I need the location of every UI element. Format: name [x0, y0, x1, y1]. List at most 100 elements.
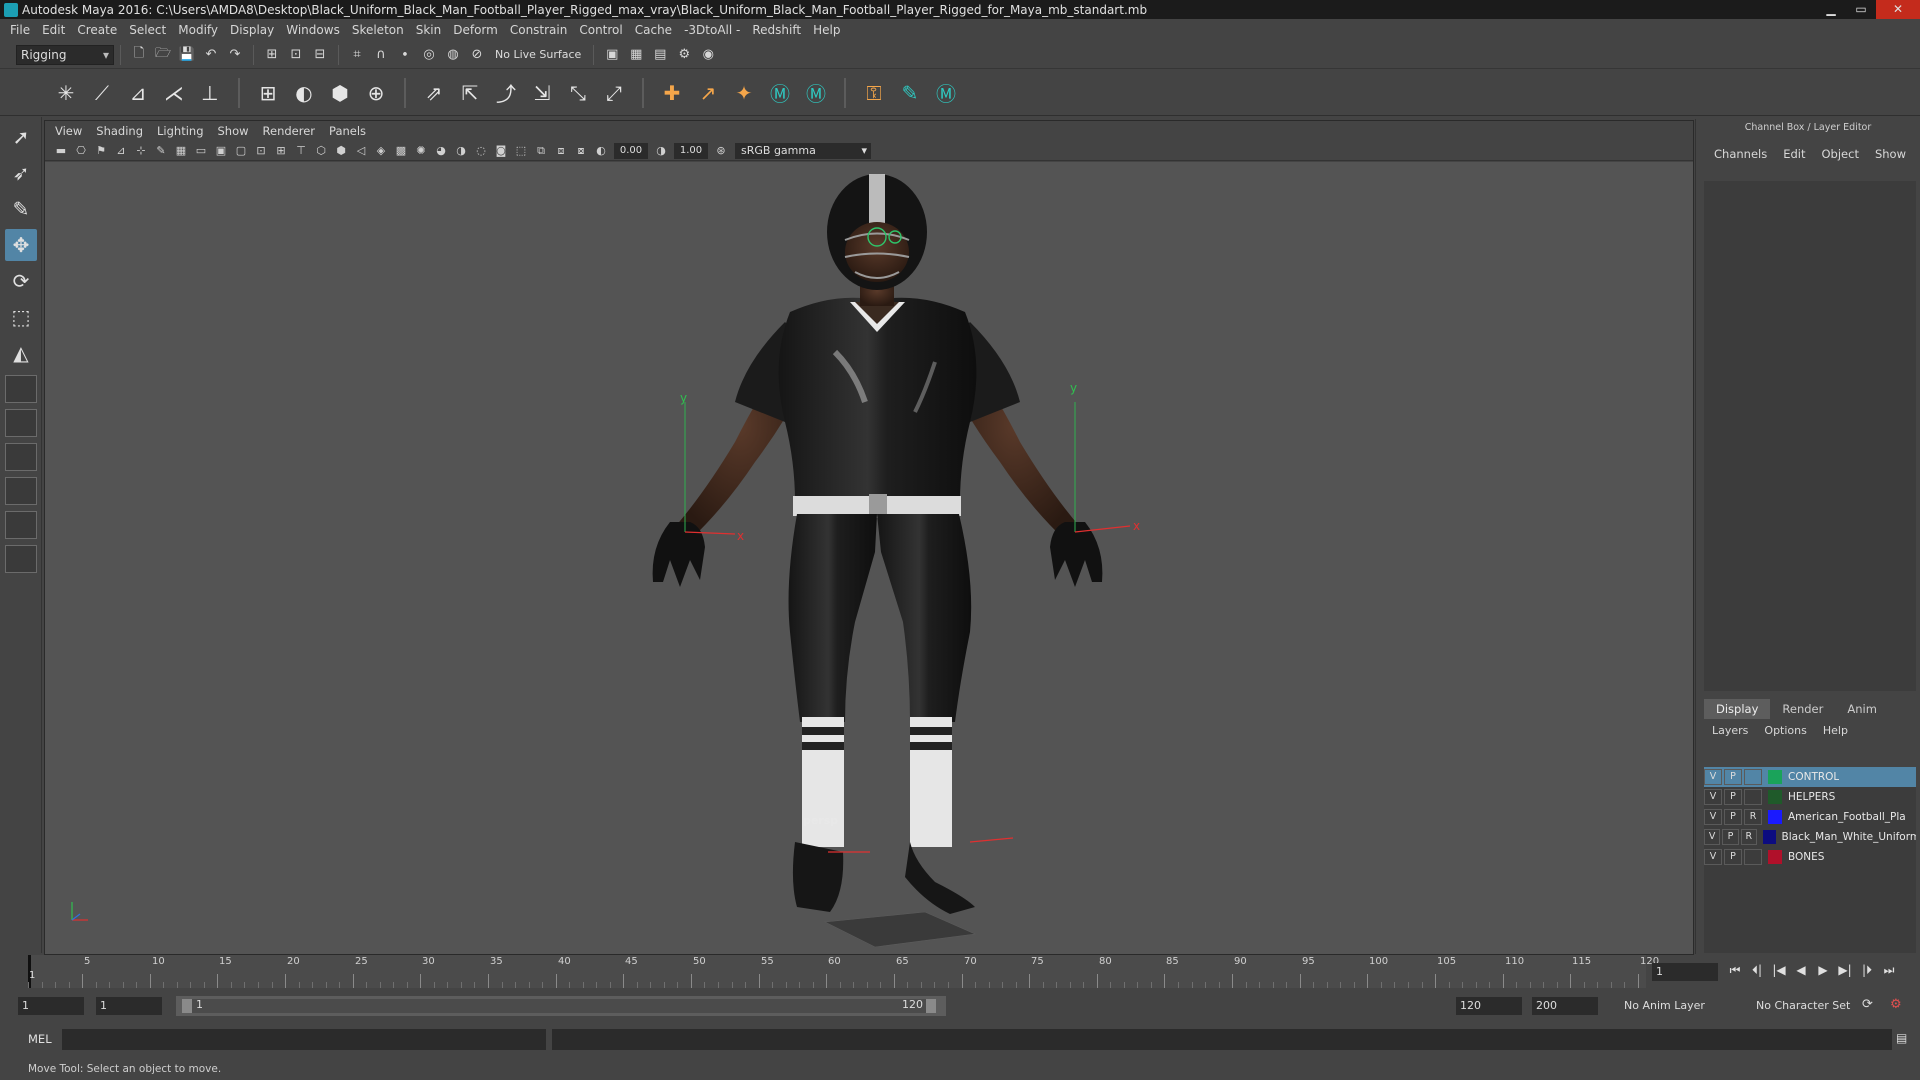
step-forward-frame-icon[interactable]: ▶| [1834, 963, 1856, 978]
panel-menu-lighting[interactable]: Lighting [157, 124, 203, 138]
view-transform-dropdown[interactable]: sRGB gamma [735, 142, 871, 159]
layer-display-type-toggle[interactable]: R [1740, 829, 1757, 845]
step-forward-key-icon[interactable]: |⏵ [1856, 963, 1878, 978]
make-live-icon[interactable]: ⊘ [467, 45, 487, 65]
xray-icon[interactable]: ⧉ [533, 143, 549, 159]
persp-hypershade-layout-button[interactable] [5, 545, 37, 573]
set-driven-key-icon[interactable]: ⚿ [859, 78, 889, 108]
hik-character-icon[interactable]: Ⓜ [765, 78, 795, 108]
cb-menu-channels[interactable]: Channels [1714, 147, 1767, 161]
play-backwards-icon[interactable]: ◀ [1790, 963, 1812, 978]
paint-weights-icon[interactable]: ⤴ [491, 78, 521, 108]
aim-constraint-icon[interactable]: ↗ [693, 78, 723, 108]
layer-playback-toggle[interactable]: P [1724, 809, 1742, 825]
play-forwards-icon[interactable]: ▶ [1812, 963, 1834, 978]
menu-skin[interactable]: Skin [416, 23, 442, 37]
ipr-render-icon[interactable]: ▤ [650, 45, 670, 65]
close-button[interactable]: ✕ [1876, 0, 1920, 19]
smooth-bind-icon[interactable]: ⇱ [455, 78, 485, 108]
camera-attributes-icon[interactable]: ⎔ [73, 143, 89, 159]
layer-color-swatch[interactable] [1768, 770, 1782, 784]
layer-color-swatch[interactable] [1768, 810, 1782, 824]
two-pane-layout-button[interactable] [5, 443, 37, 471]
script-editor-icon[interactable]: ▤ [1896, 1031, 1907, 1045]
textured-icon[interactable]: ◈ [373, 143, 389, 159]
point-constraint-icon[interactable]: ✚ [657, 78, 687, 108]
grease-pencil-icon[interactable]: ✎ [153, 143, 169, 159]
layer-color-swatch[interactable] [1762, 830, 1776, 844]
auto-key-icon[interactable]: ⟳ [1862, 997, 1873, 1012]
safe-action-icon[interactable]: ⊞ [273, 143, 289, 159]
locator-icon[interactable]: ✳ [51, 78, 81, 108]
xray-joints-icon[interactable]: ⧈ [553, 143, 569, 159]
field-chart-icon[interactable]: ⊡ [253, 143, 269, 159]
scale-tool-icon[interactable]: ⬚ [5, 301, 37, 333]
layer-visibility-toggle[interactable]: V [1704, 809, 1722, 825]
render-frame-icon[interactable]: ▣ [602, 45, 622, 65]
ik-spline-icon[interactable]: ⋌ [159, 78, 189, 108]
depth-of-field-icon[interactable]: ◙ [493, 143, 509, 159]
soft-mod-icon[interactable]: ⊕ [361, 78, 391, 108]
persp-graph-layout-button[interactable] [5, 511, 37, 539]
lasso-tool-icon[interactable]: ➶ [5, 157, 37, 189]
menu-set-dropdown[interactable]: Rigging [16, 44, 114, 65]
resolution-gate-icon[interactable]: ▣ [213, 143, 229, 159]
layer-playback-toggle[interactable]: P [1724, 769, 1742, 785]
xray-components-icon[interactable]: ⧇ [573, 143, 589, 159]
snap-point-icon[interactable]: ∙ [395, 45, 415, 65]
isolate-select-icon[interactable]: ⬚ [513, 143, 529, 159]
lattice-icon[interactable]: ⊞ [253, 78, 283, 108]
playback-start-field[interactable]: 1 [96, 997, 162, 1015]
mirror-weights-icon[interactable]: ⤡ [563, 78, 593, 108]
menu-modify[interactable]: Modify [178, 23, 218, 37]
copy-weights-icon[interactable]: ⤢ [599, 78, 629, 108]
time-ruler[interactable]: 1 5 10 15 20 25 30 35 40 45 50 55 60 65 70 75 80 85 90 95 1… [28, 955, 1659, 988]
use-all-lights-icon[interactable]: ▩ [393, 143, 409, 159]
wrap-deformer-icon[interactable]: ⬢ [325, 78, 355, 108]
single-pane-layout-button[interactable] [5, 375, 37, 403]
layer-display-type-toggle[interactable] [1744, 789, 1762, 805]
range-slider[interactable]: 1 120 [176, 996, 946, 1016]
four-pane-layout-button[interactable] [5, 409, 37, 437]
menu-edit[interactable]: Edit [42, 23, 65, 37]
character-set-dropdown[interactable]: No Character Set [1750, 997, 1856, 1015]
select-camera-icon[interactable]: ▬ [53, 143, 69, 159]
panel-menu-show[interactable]: Show [218, 124, 249, 138]
menu-constrain[interactable]: Constrain [510, 23, 568, 37]
shadows-icon[interactable]: ✺ [413, 143, 429, 159]
redo-icon[interactable]: ↷ [225, 45, 245, 65]
tab-render[interactable]: Render [1770, 699, 1835, 719]
layer-row[interactable]: V P R Black_Man_White_Uniform_T [1704, 827, 1916, 847]
select-component-icon[interactable]: ⊟ [310, 45, 330, 65]
open-scene-icon[interactable]: 🗁 [153, 45, 173, 65]
panel-menu-view[interactable]: View [55, 124, 82, 138]
bind-skin-icon[interactable]: ⇗ [419, 78, 449, 108]
render-settings-icon[interactable]: ⚙ [674, 45, 694, 65]
layer-playback-toggle[interactable]: P [1722, 829, 1739, 845]
cb-menu-edit[interactable]: Edit [1783, 147, 1805, 161]
step-back-frame-icon[interactable]: |◀ [1768, 963, 1790, 978]
script-language-label[interactable]: MEL [28, 1032, 52, 1046]
color-management-icon[interactable]: ⊛ [713, 143, 729, 159]
menu-file[interactable]: File [10, 23, 30, 37]
animation-start-field[interactable]: 1 [18, 997, 84, 1015]
layer-display-type-toggle[interactable] [1744, 849, 1762, 865]
persp-outliner-layout-button[interactable] [5, 477, 37, 505]
tab-anim[interactable]: Anim [1835, 699, 1889, 719]
orient-constraint-icon[interactable]: ✦ [729, 78, 759, 108]
playback-end-field[interactable]: 120 [1456, 997, 1522, 1015]
wireframe-icon[interactable]: ⬡ [313, 143, 329, 159]
anti-aliasing-icon[interactable]: ◌ [473, 143, 489, 159]
command-input[interactable] [62, 1029, 546, 1050]
select-tool-icon[interactable]: ➚ [5, 121, 37, 153]
snap-view-icon[interactable]: ◎ [419, 45, 439, 65]
select-object-icon[interactable]: ⊡ [286, 45, 306, 65]
save-scene-icon[interactable]: 💾 [177, 45, 197, 65]
minimize-button[interactable]: ▁ [1816, 0, 1846, 19]
menu-skeleton[interactable]: Skeleton [352, 23, 404, 37]
channel-list[interactable] [1704, 181, 1916, 691]
animation-end-field[interactable]: 200 [1532, 997, 1598, 1015]
go-to-end-icon[interactable]: ⏭ [1878, 963, 1900, 978]
le-menu-help[interactable]: Help [1823, 724, 1848, 737]
snap-curve-icon[interactable]: ∩ [371, 45, 391, 65]
